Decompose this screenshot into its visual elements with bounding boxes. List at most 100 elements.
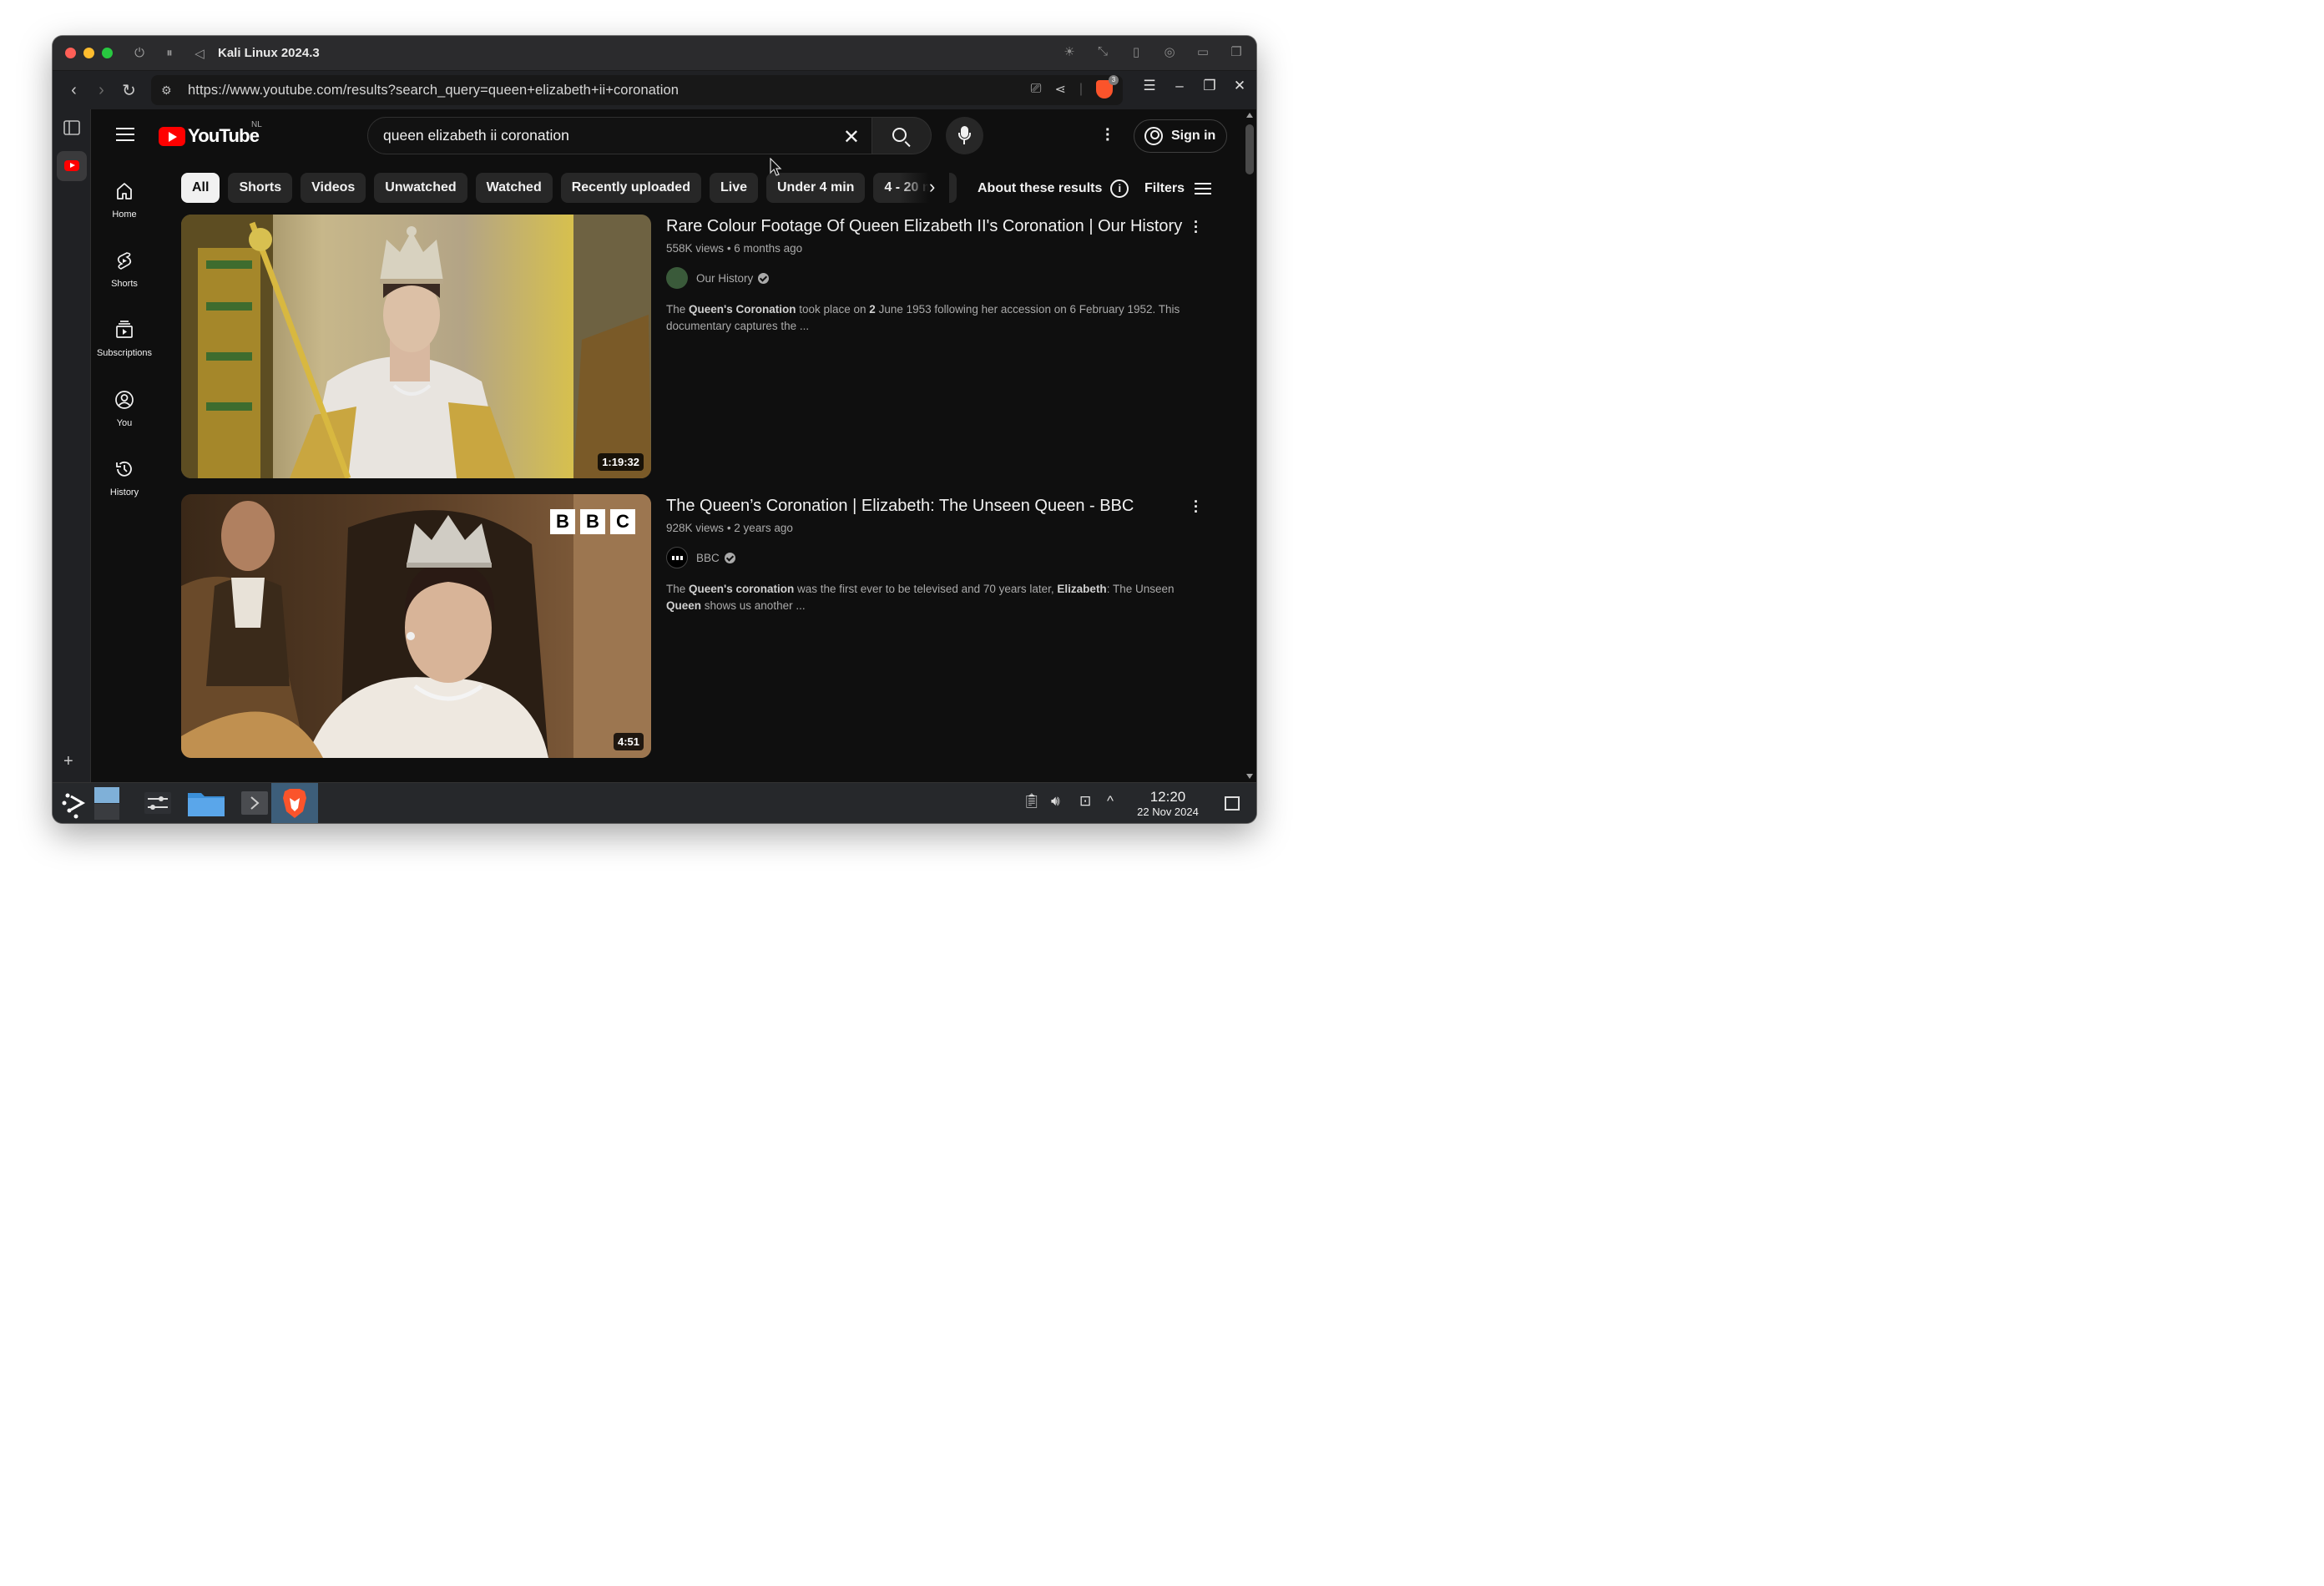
window-controls: [65, 48, 113, 58]
channel-avatar[interactable]: [666, 547, 688, 568]
guide-item-history[interactable]: History: [91, 459, 158, 498]
chips-next-chevron-icon[interactable]: ›: [929, 176, 935, 198]
video-thumbnail[interactable]: B B C 4:51: [181, 494, 651, 758]
resize-arrows-icon[interactable]: ⤡: [1094, 44, 1111, 59]
close-icon[interactable]: ✕: [1233, 78, 1246, 94]
clock-date: 22 Nov 2024: [1137, 806, 1199, 818]
minimize-icon[interactable]: –: [1173, 78, 1186, 94]
video-duration: 4:51: [613, 733, 644, 750]
verified-badge-icon: [724, 552, 735, 563]
video-result: 1:19:32 Rare Colour Footage Of Queen Eli…: [181, 215, 1216, 480]
vm-toolbar-right: ☀ ⤡ ▯ ◎ ▭ ❐: [1061, 44, 1245, 59]
settings-kebab-icon[interactable]: · · ·: [1105, 122, 1111, 149]
browser-window-controls: ☰ – ❐ ✕: [1143, 78, 1246, 94]
channel-name[interactable]: BBC: [696, 552, 720, 564]
page-scrollbar[interactable]: [1243, 109, 1256, 782]
browser-sidebar: +: [53, 109, 91, 782]
brightness-icon[interactable]: ☀: [1061, 44, 1078, 59]
chip-recently-uploaded[interactable]: Recently uploaded: [560, 173, 701, 203]
chip-unwatched[interactable]: Unwatched: [374, 173, 467, 203]
install-app-icon[interactable]: ⎚: [1031, 82, 1042, 97]
channel-avatar[interactable]: [666, 267, 688, 289]
video-result: B B C 4:51 The Queen’s Coronation | Eliz…: [181, 494, 1216, 760]
taskbar: 📋︎ 🔊︎ ⊡ ^ 12:20 22 Nov 2024: [53, 782, 1256, 823]
back-icon[interactable]: ‹: [60, 81, 88, 100]
video-stats: 558K views • 6 months ago: [666, 242, 1184, 255]
video-action-menu-icon[interactable]: · · ·: [1194, 215, 1199, 240]
chip-videos[interactable]: Videos: [301, 173, 366, 203]
video-stats: 928K views • 2 years ago: [666, 522, 1184, 534]
search-query-text[interactable]: queen elizabeth ii coronation: [383, 127, 569, 144]
sign-in-button[interactable]: Sign in: [1134, 119, 1227, 153]
scroll-down-arrow-icon[interactable]: [1246, 774, 1253, 779]
clear-search-icon[interactable]: ✕: [843, 125, 860, 149]
search-input[interactable]: queen elizabeth ii coronation ✕: [367, 117, 872, 154]
divider: |: [1079, 82, 1083, 96]
menu-icon[interactable]: ☰: [1143, 78, 1156, 94]
video-thumbnail[interactable]: 1:19:32: [181, 215, 651, 478]
power-icon[interactable]: ⏻: [133, 46, 146, 60]
filters-button[interactable]: Filters: [1144, 179, 1212, 198]
workspace-switcher[interactable]: [93, 783, 139, 823]
clock-time: 12:20: [1149, 789, 1186, 805]
guide-item-you[interactable]: You: [91, 390, 158, 428]
usb-icon[interactable]: ▯: [1128, 44, 1144, 59]
sidebar-toggle-icon[interactable]: [62, 119, 82, 139]
guide-item-subscriptions[interactable]: Subscriptions: [91, 320, 158, 358]
url-text[interactable]: https://www.youtube.com/results?search_q…: [188, 83, 679, 98]
tray-expand-chevron-icon[interactable]: ^: [1107, 793, 1114, 810]
restore-icon[interactable]: ❐: [1203, 78, 1216, 94]
video-description-snippet: The Queen's coronation was the first eve…: [666, 583, 1175, 612]
guide-label: Shorts: [111, 279, 138, 289]
share-icon[interactable]: ⋖: [1054, 81, 1065, 98]
back-triangle-icon[interactable]: ◁: [193, 46, 206, 61]
brave-browser-task[interactable]: [271, 783, 318, 823]
clipboard-icon[interactable]: 📋︎: [1023, 793, 1041, 810]
address-bar[interactable]: ⚙ https://www.youtube.com/results?search…: [151, 75, 1123, 105]
file-manager-folder-icon[interactable]: [183, 783, 230, 823]
brave-shields-icon[interactable]: 3: [1096, 75, 1119, 98]
channel-link[interactable]: Our History: [666, 267, 1184, 289]
network-status-icon[interactable]: ⊡: [1079, 793, 1091, 810]
about-results-button[interactable]: About these results i: [978, 179, 1129, 198]
clock[interactable]: 12:20 22 Nov 2024: [1129, 789, 1206, 818]
network-icon[interactable]: ◎: [1161, 44, 1178, 59]
sidebar-add-icon[interactable]: +: [63, 752, 73, 771]
channel-link[interactable]: BBC: [666, 547, 1184, 568]
reload-icon[interactable]: ↻: [115, 80, 143, 101]
sidebar-youtube-button[interactable]: [57, 151, 87, 181]
chip-live[interactable]: Live: [709, 173, 758, 203]
guide-menu-icon[interactable]: [116, 128, 134, 145]
scroll-up-arrow-icon[interactable]: [1246, 113, 1253, 118]
mouse-cursor-icon: [770, 158, 782, 176]
home-icon: [114, 181, 134, 201]
video-action-menu-icon[interactable]: · · ·: [1194, 494, 1199, 519]
chip-all[interactable]: All: [181, 173, 220, 203]
minimize-window-button[interactable]: [83, 48, 94, 58]
you-icon: [114, 390, 134, 410]
chip-watched[interactable]: Watched: [475, 173, 553, 203]
guide-item-shorts[interactable]: Shorts: [91, 250, 158, 289]
chip-shorts[interactable]: Shorts: [228, 173, 293, 203]
shields-count-badge: 3: [1109, 75, 1119, 85]
show-desktop-icon[interactable]: [1225, 796, 1240, 811]
vm-title-bar: ⏻ ⏸ ◁ Kali Linux 2024.3 ☀ ⤡ ▯ ◎ ▭ ❐: [53, 36, 1256, 71]
video-title[interactable]: The Queen’s Coronation | Elizabeth: The …: [666, 494, 1184, 518]
search-button[interactable]: [872, 117, 932, 154]
channel-name[interactable]: Our History: [696, 272, 753, 285]
close-window-button[interactable]: [65, 48, 76, 58]
shared-folder-icon[interactable]: ▭: [1195, 44, 1211, 59]
pause-icon[interactable]: ⏸: [163, 46, 176, 60]
zoom-window-button[interactable]: [102, 48, 113, 58]
browser-toolbar: ‹ › ↻ ⚙ https://www.youtube.com/results?…: [53, 71, 1256, 109]
site-settings-icon[interactable]: ⚙: [161, 83, 178, 98]
scrollbar-thumb[interactable]: [1245, 124, 1254, 174]
windows-icon[interactable]: ❐: [1228, 44, 1245, 59]
video-title[interactable]: Rare Colour Footage Of Queen Elizabeth I…: [666, 215, 1184, 239]
guide-item-home[interactable]: Home: [91, 181, 158, 220]
youtube-logo[interactable]: YouTube NL: [159, 120, 262, 147]
forward-icon[interactable]: ›: [88, 81, 115, 100]
volume-icon[interactable]: 🔊︎: [1051, 793, 1060, 810]
settings-sliders-icon[interactable]: [134, 783, 181, 823]
voice-search-button[interactable]: [946, 117, 983, 154]
